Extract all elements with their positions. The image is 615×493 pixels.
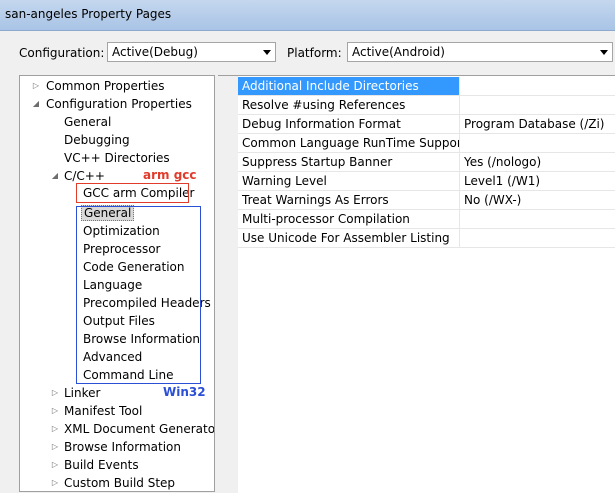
expand-arrow-icon[interactable]: ▷	[50, 420, 60, 438]
tree-item-label: XML Document Generator	[64, 422, 215, 436]
property-name: Common Language RunTime Support	[238, 134, 460, 152]
tree-item-label: Common Properties	[46, 79, 165, 93]
platform-label: Platform:	[287, 46, 342, 60]
property-name: Resolve #using References	[238, 96, 460, 114]
tree-item-build-events[interactable]: ▷ Build Events	[20, 456, 139, 474]
platform-value: Active(Android)	[352, 45, 445, 59]
configuration-dropdown[interactable]: Active(Debug)	[107, 42, 276, 62]
property-name: Suppress Startup Banner	[238, 153, 460, 171]
property-value[interactable]	[460, 229, 615, 247]
property-name: Multi-processor Compilation	[238, 210, 460, 228]
property-name: Debug Information Format	[238, 115, 460, 133]
property-value[interactable]: No (/WX-)	[460, 191, 615, 209]
collapse-arrow-icon[interactable]: ◢	[50, 167, 60, 185]
property-name: Use Unicode For Assembler Listing	[238, 229, 460, 247]
expand-arrow-icon[interactable]: ▷	[31, 77, 41, 95]
expand-arrow-icon[interactable]: ▷	[50, 456, 60, 474]
property-value[interactable]: Level1 (/W1)	[460, 172, 615, 190]
tree-item-label: Build Events	[64, 458, 139, 472]
tree-item-label: Manifest Tool	[64, 404, 143, 418]
property-value[interactable]	[460, 210, 615, 228]
grid-margin	[218, 76, 238, 493]
grid-row-suppress-startup-banner[interactable]: Suppress Startup Banner Yes (/nologo)	[238, 153, 615, 172]
configuration-value: Active(Debug)	[112, 45, 198, 59]
tree-item-manifest-tool[interactable]: ▷ Manifest Tool	[20, 402, 142, 420]
expand-arrow-icon[interactable]: ▷	[50, 384, 60, 402]
property-name: Additional Include Directories	[238, 77, 460, 95]
property-grid: Additional Include Directories Resolve #…	[218, 75, 615, 493]
configuration-label: Configuration:	[19, 46, 105, 60]
property-value[interactable]: Program Database (/Zi)	[460, 115, 615, 133]
configuration-toolbar: Configuration: Active(Debug) Platform: A…	[0, 31, 615, 71]
tree-item-label: General	[64, 115, 112, 129]
title-bar: san-angeles Property Pages	[0, 0, 615, 31]
arm-gcc-annotation: arm gcc	[143, 168, 197, 182]
platform-dropdown[interactable]: Active(Android)	[347, 42, 613, 62]
tree-item-common-properties[interactable]: ▷ Common Properties	[20, 77, 165, 95]
tree-item-label: Custom Build Step	[64, 476, 176, 490]
tree-item-label: Debugging	[64, 133, 130, 147]
property-name: Warning Level	[238, 172, 460, 190]
expand-arrow-icon[interactable]: ▷	[50, 474, 60, 491]
property-value[interactable]	[460, 96, 615, 114]
expand-arrow-icon[interactable]: ▷	[50, 402, 60, 420]
tree-item-label: Browse Information	[64, 440, 181, 454]
grid-row-additional-include-directories[interactable]: Additional Include Directories	[238, 77, 615, 96]
cpp-subpages-highlight-box	[76, 206, 201, 384]
grid-row-common-language-runtime-support[interactable]: Common Language RunTime Support	[238, 134, 615, 153]
tree-item-label: Linker	[64, 386, 101, 400]
tree-item-label: C/C++	[64, 169, 105, 183]
collapse-arrow-icon[interactable]: ◢	[31, 95, 41, 113]
tree-item-linker[interactable]: ▷ Linker	[20, 384, 101, 402]
tree-item-label: Configuration Properties	[46, 97, 192, 111]
tree-item-label: VC++ Directories	[64, 151, 170, 165]
chevron-down-icon	[263, 50, 271, 55]
property-value[interactable]: Yes (/nologo)	[460, 153, 615, 171]
tree-item-xml-document-generator[interactable]: ▷ XML Document Generator	[20, 420, 215, 438]
property-value[interactable]	[460, 77, 615, 95]
tree-item-custom-build-step[interactable]: ▷ Custom Build Step	[20, 474, 176, 491]
property-value[interactable]	[460, 134, 615, 152]
grid-row-warning-level[interactable]: Warning Level Level1 (/W1)	[238, 172, 615, 191]
tree-item-vc-directories[interactable]: VC++ Directories	[64, 149, 170, 167]
grid-row-treat-warnings-as-errors[interactable]: Treat Warnings As Errors No (/WX-)	[238, 191, 615, 210]
expand-arrow-icon[interactable]: ▷	[50, 438, 60, 456]
tree-item-configuration-properties[interactable]: ◢ Configuration Properties	[20, 95, 192, 113]
tree-item-general[interactable]: General	[64, 113, 111, 131]
grid-row-multi-processor-compilation[interactable]: Multi-processor Compilation	[238, 210, 615, 229]
tree-item-browse-information-top[interactable]: ▷ Browse Information	[20, 438, 181, 456]
window-title: san-angeles Property Pages	[5, 7, 172, 21]
grid-row-debug-information-format[interactable]: Debug Information Format Program Databas…	[238, 115, 615, 134]
win32-annotation: Win32	[163, 385, 206, 399]
grid-row-resolve-using-references[interactable]: Resolve #using References	[238, 96, 615, 115]
property-tree: ▷ Common Properties ◢ Configuration Prop…	[19, 75, 215, 492]
grid-row-use-unicode-assembler-listing[interactable]: Use Unicode For Assembler Listing	[238, 229, 615, 248]
property-name: Treat Warnings As Errors	[238, 191, 460, 209]
chevron-down-icon	[600, 50, 608, 55]
arm-gcc-highlight-box	[76, 183, 189, 203]
tree-item-debugging[interactable]: Debugging	[64, 131, 130, 149]
